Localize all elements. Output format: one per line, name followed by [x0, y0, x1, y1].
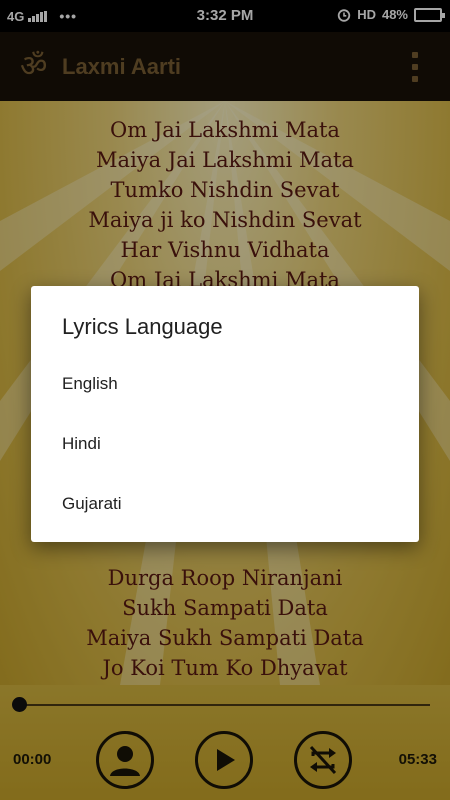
- dialog-title: Lyrics Language: [62, 314, 223, 339]
- language-option-english[interactable]: English: [31, 354, 419, 414]
- language-option-gujarati[interactable]: Gujarati: [31, 474, 419, 534]
- language-option-hindi[interactable]: Hindi: [31, 414, 419, 474]
- lyrics-language-dialog: Lyrics Language English Hindi Gujarati: [31, 286, 419, 542]
